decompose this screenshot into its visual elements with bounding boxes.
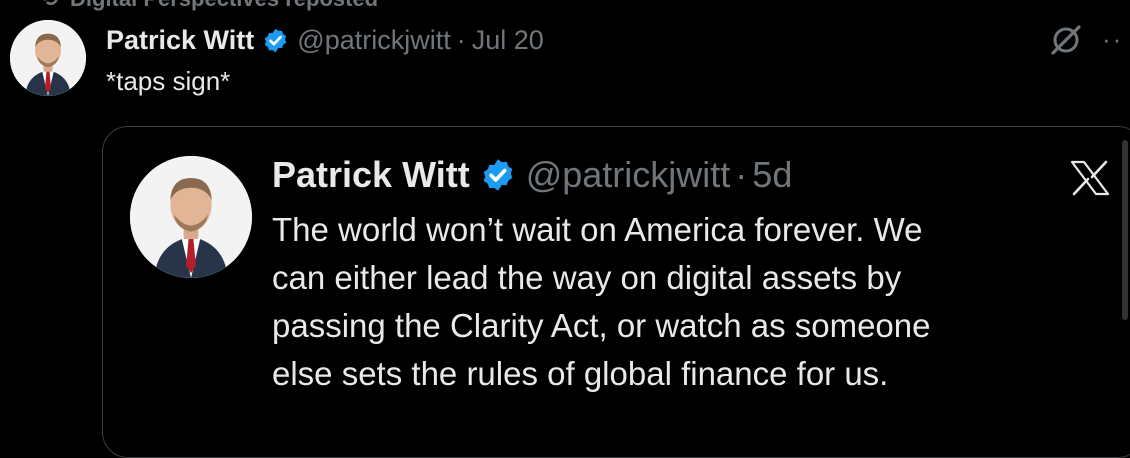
quoted-author-name[interactable]: Patrick Witt	[272, 154, 470, 196]
quoted-author-avatar[interactable]	[130, 156, 252, 278]
quoted-text-line: can either lead the way on digital asset…	[272, 259, 902, 296]
quoted-post-header: Patrick Witt @patrickjwitt · 5d	[272, 150, 792, 200]
verified-badge-icon	[265, 28, 287, 52]
avatar-image	[130, 156, 252, 278]
separator-dot: ·	[456, 24, 466, 55]
post-text: *taps sign*	[106, 66, 231, 96]
author-handle[interactable]: @patrickjwitt	[297, 25, 450, 56]
quoted-text-line: passing the Clarity Act, or watch as som…	[272, 307, 931, 344]
verified-badge-icon	[483, 159, 512, 191]
repost-indicator[interactable]: ⟲ Digital Perspectives reposted	[40, 0, 378, 12]
grok-icon[interactable]	[1048, 22, 1084, 58]
quoted-post-text: The world won’t wait on America forever.…	[272, 206, 1112, 398]
author-avatar[interactable]	[10, 20, 86, 96]
post-timestamp[interactable]: Jul 20	[472, 25, 544, 56]
x-logo-icon	[1070, 160, 1110, 196]
quoted-text-line: The world won’t wait on America forever.…	[272, 211, 923, 248]
repost-icon: ⟲	[40, 0, 62, 12]
separator-dot: ·	[735, 154, 748, 195]
more-icon[interactable]: ··	[1102, 24, 1123, 55]
post-header: Patrick Witt @patrickjwitt · Jul 20	[106, 22, 544, 58]
avatar-image	[10, 20, 86, 96]
scrollbar[interactable]	[1122, 140, 1128, 320]
author-name[interactable]: Patrick Witt	[106, 25, 254, 56]
quoted-post-timestamp[interactable]: 5d	[752, 154, 792, 196]
quoted-author-handle[interactable]: @patrickjwitt	[526, 154, 731, 196]
quoted-text-line: else sets the rules of global finance fo…	[272, 355, 889, 392]
repost-text: Digital Perspectives reposted	[70, 0, 378, 11]
